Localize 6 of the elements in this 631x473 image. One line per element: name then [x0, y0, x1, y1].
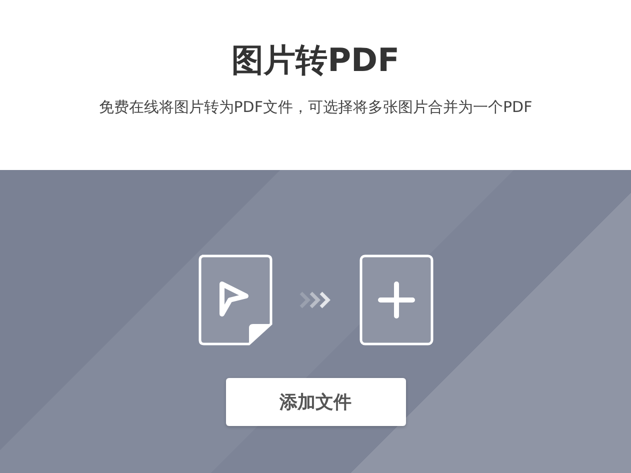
- page-title: 图片转PDF: [232, 40, 400, 81]
- add-icon: [358, 254, 434, 346]
- add-file-button[interactable]: 添加文件: [226, 378, 406, 426]
- chevrons-icon: [298, 291, 332, 309]
- page-subtitle: 免费在线将图片转为PDF文件，可选择将多张图片合并为一个PDF: [98, 98, 532, 117]
- image-file-icon: [198, 254, 272, 346]
